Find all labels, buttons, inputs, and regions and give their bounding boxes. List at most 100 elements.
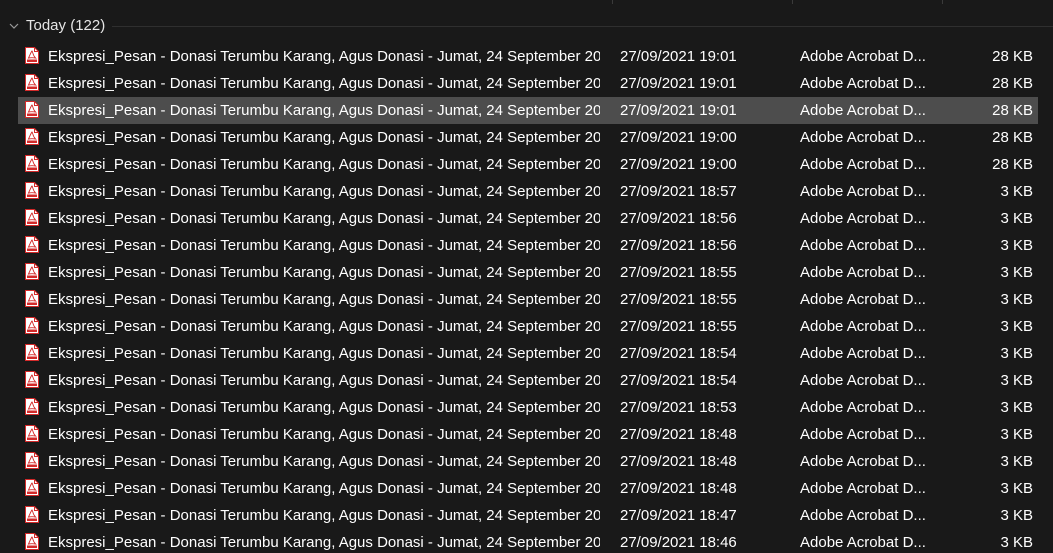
file-name: Ekspresi_Pesan - Donasi Terumbu Karang, … [48, 102, 600, 119]
file-size: 3 KB [1000, 318, 1033, 335]
file-date-modified: 27/09/2021 18:55 [620, 318, 737, 335]
column-divider[interactable] [942, 0, 943, 4]
file-size: 3 KB [1000, 453, 1033, 470]
file-size: 3 KB [1000, 507, 1033, 524]
file-row[interactable]: Ekspresi_Pesan - Donasi Terumbu Karang, … [0, 259, 1053, 286]
file-name: Ekspresi_Pesan - Donasi Terumbu Karang, … [48, 210, 600, 227]
file-rows: Ekspresi_Pesan - Donasi Terumbu Karang, … [0, 43, 1053, 553]
file-type: Adobe Acrobat D... [800, 48, 926, 65]
file-row[interactable]: Ekspresi_Pesan - Donasi Terumbu Karang, … [0, 151, 1053, 178]
file-size: 3 KB [1000, 210, 1033, 227]
file-type: Adobe Acrobat D... [800, 345, 926, 362]
file-type: Adobe Acrobat D... [800, 237, 926, 254]
column-divider[interactable] [792, 0, 793, 4]
file-row[interactable]: Ekspresi_Pesan - Donasi Terumbu Karang, … [0, 286, 1053, 313]
file-row[interactable]: Ekspresi_Pesan - Donasi Terumbu Karang, … [0, 421, 1053, 448]
file-row[interactable]: Ekspresi_Pesan - Donasi Terumbu Karang, … [0, 205, 1053, 232]
file-row[interactable]: Ekspresi_Pesan - Donasi Terumbu Karang, … [0, 70, 1053, 97]
file-date-modified: 27/09/2021 18:48 [620, 426, 737, 443]
file-date-modified: 27/09/2021 19:01 [620, 102, 737, 119]
file-size: 3 KB [1000, 534, 1033, 551]
file-row[interactable]: Ekspresi_Pesan - Donasi Terumbu Karang, … [0, 367, 1053, 394]
file-row[interactable]: Ekspresi_Pesan - Donasi Terumbu Karang, … [0, 97, 1053, 124]
file-date-modified: 27/09/2021 18:48 [620, 480, 737, 497]
file-row[interactable]: Ekspresi_Pesan - Donasi Terumbu Karang, … [0, 502, 1053, 529]
file-name: Ekspresi_Pesan - Donasi Terumbu Karang, … [48, 480, 600, 497]
file-size: 3 KB [1000, 237, 1033, 254]
pdf-file-icon [25, 290, 39, 307]
column-divider[interactable] [612, 0, 613, 4]
file-size: 3 KB [1000, 264, 1033, 281]
file-type: Adobe Acrobat D... [800, 372, 926, 389]
file-row[interactable]: Ekspresi_Pesan - Donasi Terumbu Karang, … [0, 124, 1053, 151]
file-name: Ekspresi_Pesan - Donasi Terumbu Karang, … [48, 426, 600, 443]
file-date-modified: 27/09/2021 19:01 [620, 75, 737, 92]
file-name: Ekspresi_Pesan - Donasi Terumbu Karang, … [48, 345, 600, 362]
file-name: Ekspresi_Pesan - Donasi Terumbu Karang, … [48, 129, 600, 146]
file-name: Ekspresi_Pesan - Donasi Terumbu Karang, … [48, 453, 600, 470]
group-title: Today (122) [26, 17, 106, 34]
group-divider [112, 26, 1053, 27]
file-date-modified: 27/09/2021 18:56 [620, 210, 737, 227]
file-name: Ekspresi_Pesan - Donasi Terumbu Karang, … [48, 75, 600, 92]
file-row[interactable]: Ekspresi_Pesan - Donasi Terumbu Karang, … [0, 394, 1053, 421]
file-type: Adobe Acrobat D... [800, 480, 926, 497]
file-row[interactable]: Ekspresi_Pesan - Donasi Terumbu Karang, … [0, 313, 1053, 340]
file-size: 3 KB [1000, 183, 1033, 200]
pdf-file-icon [25, 47, 39, 64]
pdf-file-icon [25, 452, 39, 469]
file-type: Adobe Acrobat D... [800, 75, 926, 92]
file-type: Adobe Acrobat D... [800, 399, 926, 416]
file-size: 3 KB [1000, 291, 1033, 308]
file-date-modified: 27/09/2021 18:53 [620, 399, 737, 416]
file-date-modified: 27/09/2021 18:55 [620, 264, 737, 281]
file-name: Ekspresi_Pesan - Donasi Terumbu Karang, … [48, 48, 600, 65]
file-size: 28 KB [992, 102, 1033, 119]
pdf-file-icon [25, 398, 39, 415]
file-date-modified: 27/09/2021 18:48 [620, 453, 737, 470]
file-name: Ekspresi_Pesan - Donasi Terumbu Karang, … [48, 399, 600, 416]
pdf-file-icon [25, 263, 39, 280]
file-name: Ekspresi_Pesan - Donasi Terumbu Karang, … [48, 507, 600, 524]
file-date-modified: 27/09/2021 18:46 [620, 534, 737, 551]
file-row[interactable]: Ekspresi_Pesan - Donasi Terumbu Karang, … [0, 448, 1053, 475]
file-name: Ekspresi_Pesan - Donasi Terumbu Karang, … [48, 534, 600, 551]
file-name: Ekspresi_Pesan - Donasi Terumbu Karang, … [48, 183, 600, 200]
file-name: Ekspresi_Pesan - Donasi Terumbu Karang, … [48, 372, 600, 389]
file-row[interactable]: Ekspresi_Pesan - Donasi Terumbu Karang, … [0, 340, 1053, 367]
file-type: Adobe Acrobat D... [800, 291, 926, 308]
file-type: Adobe Acrobat D... [800, 129, 926, 146]
pdf-file-icon [25, 74, 39, 91]
file-date-modified: 27/09/2021 18:57 [620, 183, 737, 200]
file-type: Adobe Acrobat D... [800, 210, 926, 227]
file-row[interactable]: Ekspresi_Pesan - Donasi Terumbu Karang, … [0, 529, 1053, 553]
file-name: Ekspresi_Pesan - Donasi Terumbu Karang, … [48, 237, 600, 254]
group-header-today[interactable]: Today (122) [0, 12, 1053, 40]
file-type: Adobe Acrobat D... [800, 534, 926, 551]
file-name: Ekspresi_Pesan - Donasi Terumbu Karang, … [48, 291, 600, 308]
file-row[interactable]: Ekspresi_Pesan - Donasi Terumbu Karang, … [0, 178, 1053, 205]
file-size: 28 KB [992, 48, 1033, 65]
file-size: 28 KB [992, 156, 1033, 173]
pdf-file-icon [25, 533, 39, 550]
file-size: 3 KB [1000, 399, 1033, 416]
pdf-file-icon [25, 101, 39, 118]
file-type: Adobe Acrobat D... [800, 156, 926, 173]
file-row[interactable]: Ekspresi_Pesan - Donasi Terumbu Karang, … [0, 232, 1053, 259]
file-type: Adobe Acrobat D... [800, 102, 926, 119]
chevron-down-icon[interactable] [8, 20, 20, 32]
file-date-modified: 27/09/2021 19:01 [620, 48, 737, 65]
file-date-modified: 27/09/2021 18:54 [620, 372, 737, 389]
pdf-file-icon [25, 317, 39, 334]
file-name: Ekspresi_Pesan - Donasi Terumbu Karang, … [48, 156, 600, 173]
pdf-file-icon [25, 479, 39, 496]
file-size: 3 KB [1000, 480, 1033, 497]
file-row[interactable]: Ekspresi_Pesan - Donasi Terumbu Karang, … [0, 475, 1053, 502]
file-size: 28 KB [992, 129, 1033, 146]
file-list-view: Today (122) Ekspresi_Pesan - Donasi Teru… [0, 0, 1053, 553]
file-row[interactable]: Ekspresi_Pesan - Donasi Terumbu Karang, … [0, 43, 1053, 70]
pdf-file-icon [25, 236, 39, 253]
file-size: 28 KB [992, 75, 1033, 92]
file-type: Adobe Acrobat D... [800, 426, 926, 443]
pdf-file-icon [25, 182, 39, 199]
